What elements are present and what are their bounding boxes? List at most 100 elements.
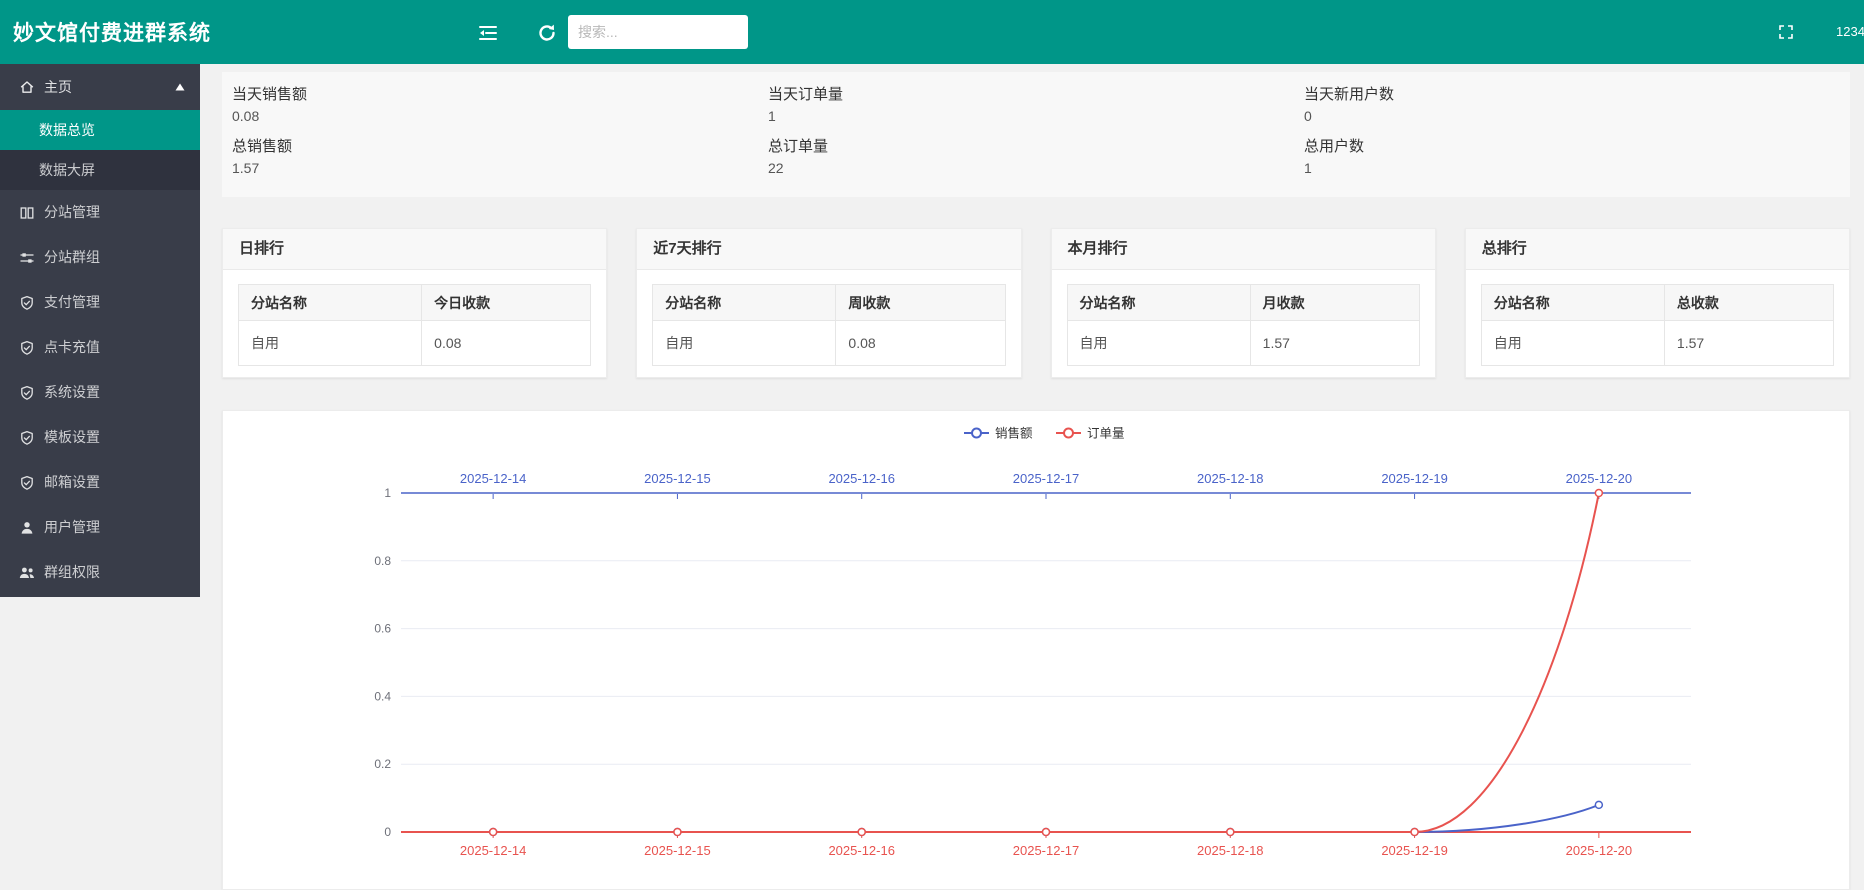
table-row: 自用 1.57 [1481,321,1833,366]
ranking-card-title: 近7天排行 [637,229,1020,270]
sidebar-item-label: 用户管理 [44,505,100,550]
cell-site-name: 自用 [239,321,422,366]
cell-site-name: 自用 [1481,321,1664,366]
sidebar: 主页 数据总览 数据大屏 分站管理 分站群组 支付管理 [0,64,200,597]
sidebar-item-card-recharge[interactable]: 点卡充值 [0,325,200,370]
column-header: 总收款 [1664,285,1833,321]
ranking-card-month: 本月排行 分站名称 月收款 自用 1.57 [1051,228,1436,378]
stat-label: 当天新用户数 [1304,84,1840,106]
chart-label: 2025-12-18 [1197,471,1264,486]
columns-icon [19,205,35,221]
sidebar-item-substation-groups[interactable]: 分站群组 [0,235,200,280]
chart-label: 0.4 [374,689,391,703]
svg-text:订单量: 订单量 [1087,427,1125,441]
cell-site-name: 自用 [653,321,836,366]
stat-value: 22 [768,158,1304,178]
ranking-card-7days: 近7天排行 分站名称 周收款 自用 0.08 [636,228,1021,378]
chart-label: 2025-12-20 [1566,843,1633,858]
ranking-cards-row: 日排行 分站名称 今日收款 自用 0.08 近7天排行 [222,228,1850,378]
main-content: 当天销售额 0.08 当天订单量 1 当天新用户数 0 总销售额 1.57 总订… [200,64,1864,844]
cell-amount: 0.08 [836,321,1005,366]
stat-value: 1 [1304,158,1840,178]
shield-check-icon [19,295,35,311]
ranking-table: 分站名称 周收款 自用 0.08 [652,284,1005,366]
stat-value: 1 [768,106,1304,126]
sidebar-item-payment-manage[interactable]: 支付管理 [0,280,200,325]
sidebar-item-label: 点卡充值 [44,325,100,370]
sidebar-item-label: 数据总览 [39,122,95,138]
stat-today-orders: 当天订单量 1 [768,84,1304,136]
collapse-menu-icon[interactable] [477,22,499,44]
stat-label: 总销售额 [232,136,768,158]
chart-label: 2025-12-17 [1013,843,1080,858]
stat-today-new-users: 当天新用户数 0 [1304,84,1840,136]
shield-check-icon [19,385,35,401]
refresh-icon[interactable] [536,22,558,44]
stat-value: 1.57 [232,158,768,178]
stat-total-orders: 总订单量 22 [768,136,1304,188]
user-icon [19,520,35,536]
chart-label: 2025-12-16 [828,843,895,858]
shield-check-icon [19,340,35,356]
chart-label: 0.6 [374,622,391,636]
table-row: 自用 1.57 [1067,321,1419,366]
sidebar-item-label: 系统设置 [44,370,100,415]
column-header: 分站名称 [1067,285,1250,321]
column-header: 分站名称 [653,285,836,321]
cell-site-name: 自用 [1067,321,1250,366]
chart-label: 2025-12-16 [828,471,895,486]
ranking-table: 分站名称 今日收款 自用 0.08 [238,284,591,366]
ranking-card-title: 总排行 [1466,229,1849,270]
table-row: 自用 0.08 [653,321,1005,366]
chart-label: 2025-12-18 [1197,843,1264,858]
ranking-table: 分站名称 总收款 自用 1.57 [1481,284,1834,366]
chart-label: 1 [384,486,391,500]
chart-label: 2025-12-17 [1013,471,1080,486]
sales-orders-chart[interactable]: 00.20.40.60.812025-12-142025-12-152025-1… [223,411,1851,889]
search-input[interactable] [568,15,748,49]
sidebar-item-system-settings[interactable]: 系统设置 [0,370,200,415]
sidebar-item-group-permissions[interactable]: 群组权限 [0,550,200,595]
ranking-table: 分站名称 月收款 自用 1.57 [1067,284,1420,366]
stat-value: 0 [1304,106,1840,126]
sidebar-item-label: 支付管理 [44,280,100,325]
chart-label: 0.2 [374,757,391,771]
sidebar-item-email-settings[interactable]: 邮箱设置 [0,460,200,505]
legend-item-订单量[interactable]: 订单量 [1056,427,1125,441]
sidebar-item-label: 主页 [44,64,72,110]
sidebar-item-home[interactable]: 主页 [0,64,200,110]
sidebar-item-data-overview[interactable]: 数据总览 [0,110,200,150]
admin-dashboard: { "header": { "title": "妙文馆付费进群系统", "sea… [0,0,1864,844]
chart-label: 2025-12-20 [1566,471,1633,486]
column-header: 分站名称 [1481,285,1664,321]
shield-check-icon [19,430,35,446]
stat-label: 总订单量 [768,136,1304,158]
stat-label: 当天销售额 [232,84,768,106]
chart-label: 2025-12-19 [1381,471,1448,486]
stats-summary-panel: 当天销售额 0.08 当天订单量 1 当天新用户数 0 总销售额 1.57 总订… [222,72,1850,197]
sidebar-item-label: 分站管理 [44,190,100,235]
sidebar-item-template-settings[interactable]: 模板设置 [0,415,200,460]
column-header: 今日收款 [422,285,591,321]
users-icon [19,565,35,581]
sidebar-item-label: 模板设置 [44,415,100,460]
sidebar-item-user-manage[interactable]: 用户管理 [0,505,200,550]
cell-amount: 1.57 [1664,321,1833,366]
trend-chart-card: 00.20.40.60.812025-12-142025-12-152025-1… [222,410,1850,890]
cell-amount: 1.57 [1250,321,1419,366]
svg-text:销售额: 销售额 [995,426,1033,441]
cell-amount: 0.08 [422,321,591,366]
header-username[interactable]: 12345 [1836,24,1864,39]
legend-item-销售额[interactable]: 销售额 [964,426,1033,441]
stat-value: 0.08 [232,106,768,126]
top-header: 妙文馆付费进群系统 12345 [0,0,1864,64]
fullscreen-icon[interactable] [1778,24,1794,40]
stat-label: 当天订单量 [768,84,1304,106]
shield-check-icon [19,475,35,491]
ranking-card-total: 总排行 分站名称 总收款 自用 1.57 [1465,228,1850,378]
chart-label: 2025-12-15 [644,843,711,858]
sidebar-item-substation-manage[interactable]: 分站管理 [0,190,200,235]
stat-label: 总用户数 [1304,136,1840,158]
sidebar-item-data-bigscreen[interactable]: 数据大屏 [0,150,200,190]
chart-label: 2025-12-19 [1381,843,1448,858]
